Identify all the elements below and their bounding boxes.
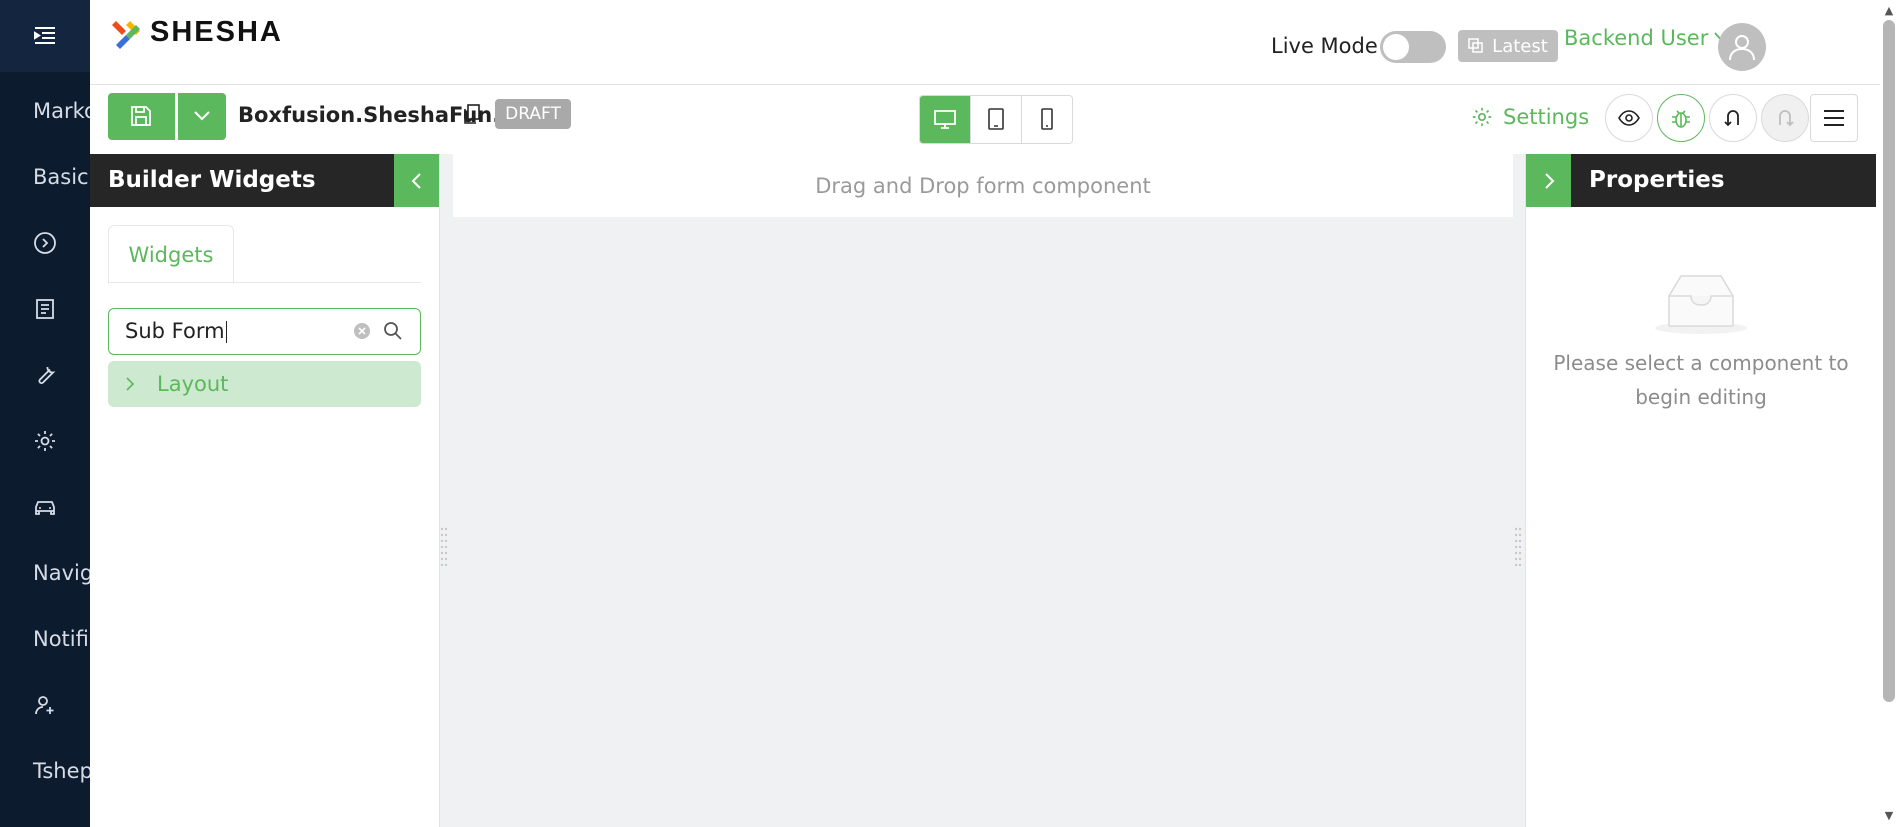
tab-widgets[interactable]: Widgets <box>108 225 234 284</box>
copy-name-icon[interactable] <box>463 104 481 124</box>
collapse-properties-button[interactable] <box>1526 154 1571 207</box>
widgets-panel-header: Builder Widgets <box>90 154 439 207</box>
top-header: SHESHA Live Mode Latest Backend User <box>90 0 1880 85</box>
left-navigation: Marko Basic Navig Notifi Tshep <box>0 0 90 827</box>
car-icon <box>35 501 55 515</box>
drop-zone-hint[interactable]: Drag and Drop form component <box>453 154 1513 217</box>
document-icon <box>36 299 54 319</box>
nav-item-basic[interactable]: Basic <box>0 156 90 196</box>
left-resize-handle[interactable] <box>440 525 448 573</box>
settings-button[interactable]: Settings <box>1471 105 1589 129</box>
nav-item-tshep[interactable]: Tshep <box>0 750 90 790</box>
user-menu[interactable]: Backend User <box>1564 26 1733 50</box>
right-resize-handle[interactable] <box>1514 525 1522 573</box>
search-value: Sub Form <box>125 319 225 343</box>
save-options-button[interactable] <box>178 93 226 140</box>
user-icon <box>1729 35 1755 61</box>
undo-button[interactable] <box>1709 94 1757 142</box>
widget-group-label: Layout <box>157 372 229 396</box>
properties-panel-header: Properties <box>1571 154 1876 207</box>
scroll-down-arrow[interactable]: ▼ <box>1883 810 1895 821</box>
live-mode-toggle[interactable] <box>1380 31 1446 63</box>
nav-item-play[interactable] <box>0 222 90 262</box>
desktop-view-button[interactable] <box>920 96 970 143</box>
desktop-icon <box>934 110 956 129</box>
debug-button[interactable] <box>1657 94 1705 142</box>
menu-toggle-button[interactable] <box>0 0 90 72</box>
avatar[interactable] <box>1718 23 1766 71</box>
properties-panel-title: Properties <box>1589 167 1725 193</box>
nav-item-settings[interactable] <box>0 420 90 460</box>
redo-icon <box>1779 110 1794 127</box>
gear-icon <box>1472 107 1492 127</box>
widget-group-layout[interactable]: Layout <box>108 361 421 407</box>
nav-item-users[interactable] <box>0 684 90 724</box>
mobile-icon <box>1041 108 1053 130</box>
chevron-right-icon <box>126 377 135 391</box>
nav-item-document[interactable] <box>0 288 90 328</box>
collapse-widgets-button[interactable] <box>394 154 439 207</box>
play-circle-icon <box>34 232 56 254</box>
builder-widgets-panel: Builder Widgets Widgets Sub Form Layout <box>90 154 440 827</box>
bug-icon <box>1672 110 1690 128</box>
scroll-up-arrow[interactable]: ▲ <box>1883 5 1895 16</box>
tablet-view-button[interactable] <box>970 96 1021 143</box>
nav-item-car[interactable] <box>0 486 90 526</box>
nav-item-notifications[interactable]: Notifi <box>0 618 90 658</box>
tab-divider <box>108 282 421 283</box>
search-icon[interactable] <box>383 321 403 341</box>
more-menu-button[interactable] <box>1810 94 1858 142</box>
user-add-icon <box>35 696 54 715</box>
properties-panel: Properties Please select a component to … <box>1525 154 1876 827</box>
shesha-logo-icon <box>112 20 140 49</box>
redo-button[interactable] <box>1761 94 1809 142</box>
toggle-knob <box>1383 34 1409 60</box>
designer-toolbar: Boxfusion.SheshaFun... DRAFT Settings <box>90 85 1880 153</box>
shesha-logo[interactable]: SHESHA <box>112 16 283 49</box>
widgets-panel-title: Builder Widgets <box>108 167 316 193</box>
chevron-left-icon <box>411 173 421 189</box>
eye-icon <box>1618 110 1640 126</box>
version-label: Latest <box>1492 35 1548 57</box>
tablet-icon <box>988 108 1004 130</box>
undo-icon <box>1724 110 1739 127</box>
nav-item-tools[interactable] <box>0 354 90 394</box>
device-switcher <box>919 95 1073 144</box>
chevron-down-icon <box>194 111 210 121</box>
save-icon <box>131 106 151 126</box>
wrench-icon <box>38 366 56 384</box>
clear-icon[interactable] <box>353 322 371 340</box>
widget-search-input[interactable]: Sub Form <box>108 308 421 355</box>
mobile-view-button[interactable] <box>1021 96 1072 143</box>
hamburger-icon <box>1824 110 1844 126</box>
settings-label: Settings <box>1503 105 1590 129</box>
text-cursor <box>225 321 227 343</box>
gear-icon <box>35 431 55 451</box>
scrollbar-thumb[interactable] <box>1883 20 1895 702</box>
empty-state-text: Please select a component to begin editi… <box>1553 351 1849 409</box>
version-button[interactable]: Latest <box>1458 30 1558 62</box>
live-mode-label: Live Mode <box>1271 34 1378 58</box>
save-button[interactable] <box>108 93 175 140</box>
nav-item-navigation[interactable]: Navig <box>0 552 90 592</box>
status-badge: DRAFT <box>495 99 571 129</box>
nav-item-marko[interactable]: Marko <box>0 90 90 130</box>
logo-text: SHESHA <box>150 16 283 48</box>
preview-button[interactable] <box>1605 94 1653 142</box>
menu-fold-icon <box>34 27 55 44</box>
empty-inbox-icon <box>1655 275 1747 334</box>
form-canvas[interactable]: Drag and Drop form component <box>440 154 1525 827</box>
user-name-label: Backend User <box>1564 26 1709 50</box>
chevron-right-icon <box>1545 173 1555 189</box>
copy-icon <box>1468 38 1483 53</box>
